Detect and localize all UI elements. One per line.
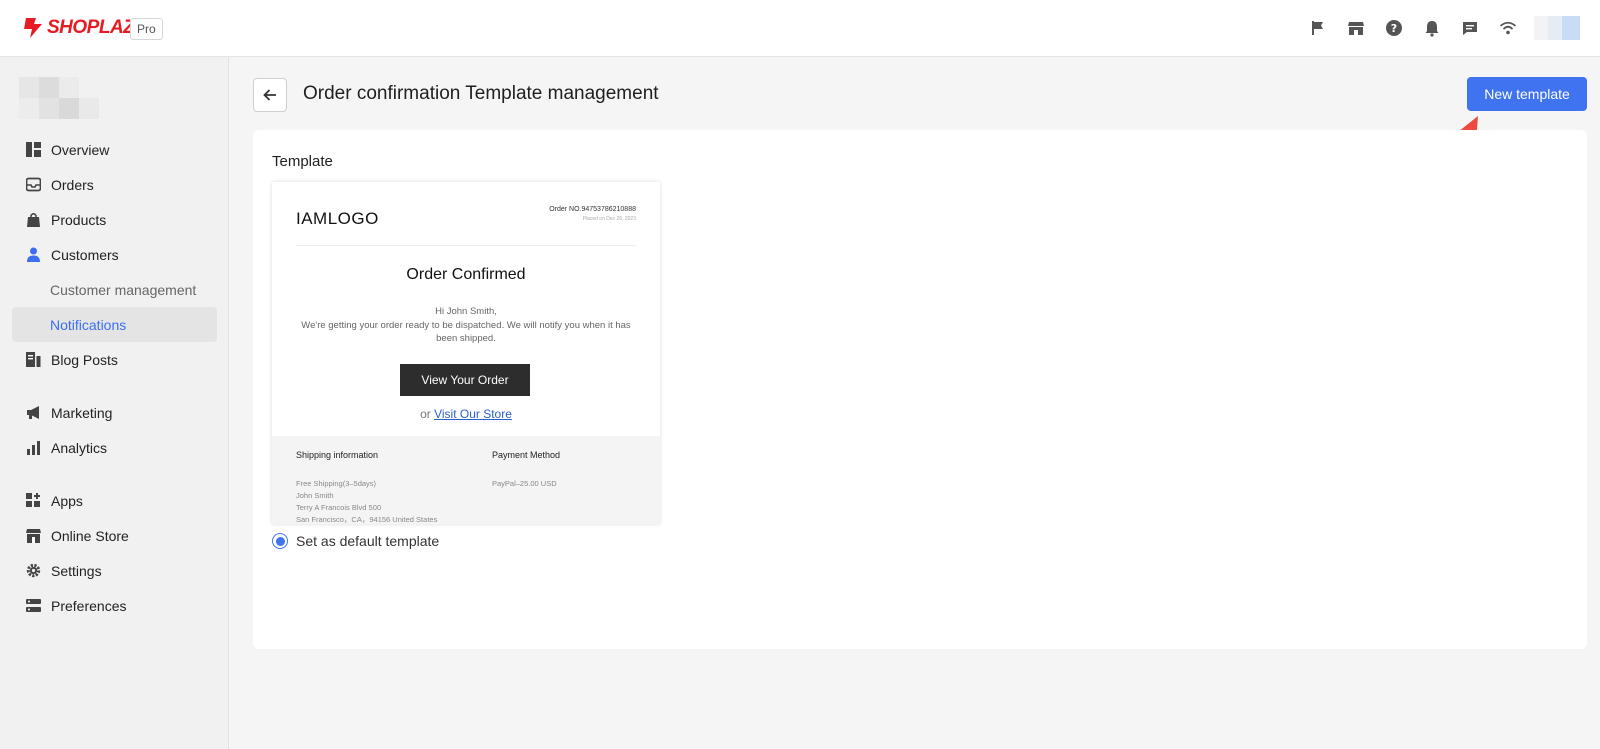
arrow-left-icon	[263, 89, 276, 101]
sidebar-item-settings[interactable]: Settings	[12, 553, 217, 588]
radio-button[interactable]	[272, 533, 288, 549]
sidebar-item-blog-posts[interactable]: Blog Posts	[12, 342, 217, 377]
shipping-line: San Francisco，CA，94156 United States	[296, 515, 438, 524]
shipping-line: Terry A Francois Blvd 500	[296, 503, 382, 512]
user-avatar[interactable]	[1534, 16, 1580, 40]
email-template-preview[interactable]: IAMLOGO Order NO.94753786210888 Placed o…	[272, 182, 660, 524]
new-template-button[interactable]: New template	[1467, 77, 1587, 111]
preview-store-link-row: or Visit Our Store	[272, 407, 660, 421]
preview-store-link: Visit Our Store	[434, 407, 512, 421]
shipping-line: John Smith	[296, 491, 334, 500]
bag-icon	[25, 212, 41, 228]
preview-divider	[296, 245, 636, 246]
wifi-icon[interactable]	[1496, 16, 1520, 40]
preview-greeting: Hi John Smith,	[435, 306, 497, 317]
store-avatar[interactable]	[19, 77, 99, 119]
preview-view-order-button: View Your Order	[400, 364, 530, 396]
help-icon[interactable]: ?	[1382, 16, 1406, 40]
sidebar-item-overview[interactable]: Overview	[12, 132, 217, 167]
apps-icon	[25, 493, 41, 509]
preview-payment-text: PayPal–25.00 USD	[492, 479, 557, 488]
sidebar-item-label: Overview	[51, 141, 110, 158]
sidebar-item-marketing[interactable]: Marketing	[12, 395, 217, 430]
default-template-label: Set as default template	[296, 533, 440, 549]
sidebar-item-label: Marketing	[51, 404, 113, 421]
store-icon[interactable]	[1344, 16, 1368, 40]
svg-text:?: ?	[1391, 22, 1397, 35]
radio-dot	[275, 536, 285, 546]
preferences-icon	[25, 598, 41, 614]
sidebar-item-analytics[interactable]: Analytics	[12, 430, 217, 465]
plan-badge: Pro	[130, 18, 163, 40]
default-template-radio[interactable]: Set as default template	[272, 533, 439, 549]
gear-icon	[25, 563, 41, 579]
overview-icon	[25, 142, 41, 158]
sidebar-item-preferences[interactable]: Preferences	[12, 588, 217, 623]
sidebar: Overview Orders Products Customers Custo…	[0, 57, 229, 749]
preview-logo: IAMLOGO	[296, 209, 379, 228]
preview-payment-title: Payment Method	[492, 450, 561, 460]
chat-icon[interactable]	[1458, 16, 1482, 40]
store-icon	[25, 528, 41, 544]
preview-or-text: or	[420, 407, 431, 421]
sidebar-item-label: Orders	[51, 176, 94, 193]
sidebar-item-customer-management[interactable]: Customer management	[12, 272, 217, 307]
preview-shipping-text: Free Shipping(3–5days) John Smith Terry …	[296, 478, 437, 524]
inbox-icon	[25, 177, 41, 193]
sidebar-item-label: Settings	[51, 562, 102, 579]
sidebar-item-customers[interactable]: Customers	[12, 237, 217, 272]
sidebar-item-apps[interactable]: Apps	[12, 483, 217, 518]
sidebar-item-label: Products	[51, 211, 107, 228]
sidebar-nav: Overview Orders Products Customers Custo…	[12, 132, 217, 623]
back-button[interactable]	[253, 78, 287, 112]
blog-icon	[25, 352, 41, 368]
megaphone-icon	[25, 405, 41, 421]
person-icon	[25, 247, 41, 263]
template-section-label: Template	[272, 153, 333, 170]
preview-placed-date: Placed on Dec 26, 2023	[582, 216, 636, 222]
sidebar-item-label: Apps	[51, 492, 83, 509]
sidebar-item-online-store[interactable]: Online Store	[12, 518, 217, 553]
shipping-line: Free Shipping(3–5days)	[296, 479, 377, 488]
flag-icon[interactable]	[1306, 16, 1330, 40]
sidebar-item-label: Online Store	[51, 527, 129, 544]
preview-message: We're getting your order ready to be dis…	[301, 320, 631, 344]
sidebar-item-notifications[interactable]: Notifications	[12, 307, 217, 342]
sidebar-item-orders[interactable]: Orders	[12, 167, 217, 202]
sidebar-item-products[interactable]: Products	[12, 202, 217, 237]
page-title: Order confirmation Template management	[303, 83, 659, 104]
logo-mark-icon	[24, 18, 42, 38]
preview-footer: Shipping information Free Shipping(3–5da…	[272, 436, 660, 524]
sidebar-item-label: Analytics	[51, 439, 108, 456]
sidebar-item-label: Blog Posts	[51, 351, 118, 368]
top-icon-bar: ?	[1292, 16, 1580, 40]
top-bar: SHOPLAZZA Pro ?	[0, 0, 1600, 57]
sidebar-item-label: Preferences	[51, 597, 127, 614]
preview-heading: Order Confirmed	[406, 266, 526, 283]
sidebar-item-label: Notifications	[50, 316, 127, 333]
bell-icon[interactable]	[1420, 16, 1444, 40]
sidebar-item-label: Customer management	[50, 281, 197, 298]
sidebar-item-label: Customers	[51, 246, 119, 263]
preview-shipping-title: Shipping information	[296, 450, 379, 460]
preview-order-number: Order NO.94753786210888	[549, 206, 636, 213]
template-card: Template IAMLOGO Order NO.94753786210888…	[253, 130, 1587, 649]
bar-chart-icon	[25, 440, 41, 456]
